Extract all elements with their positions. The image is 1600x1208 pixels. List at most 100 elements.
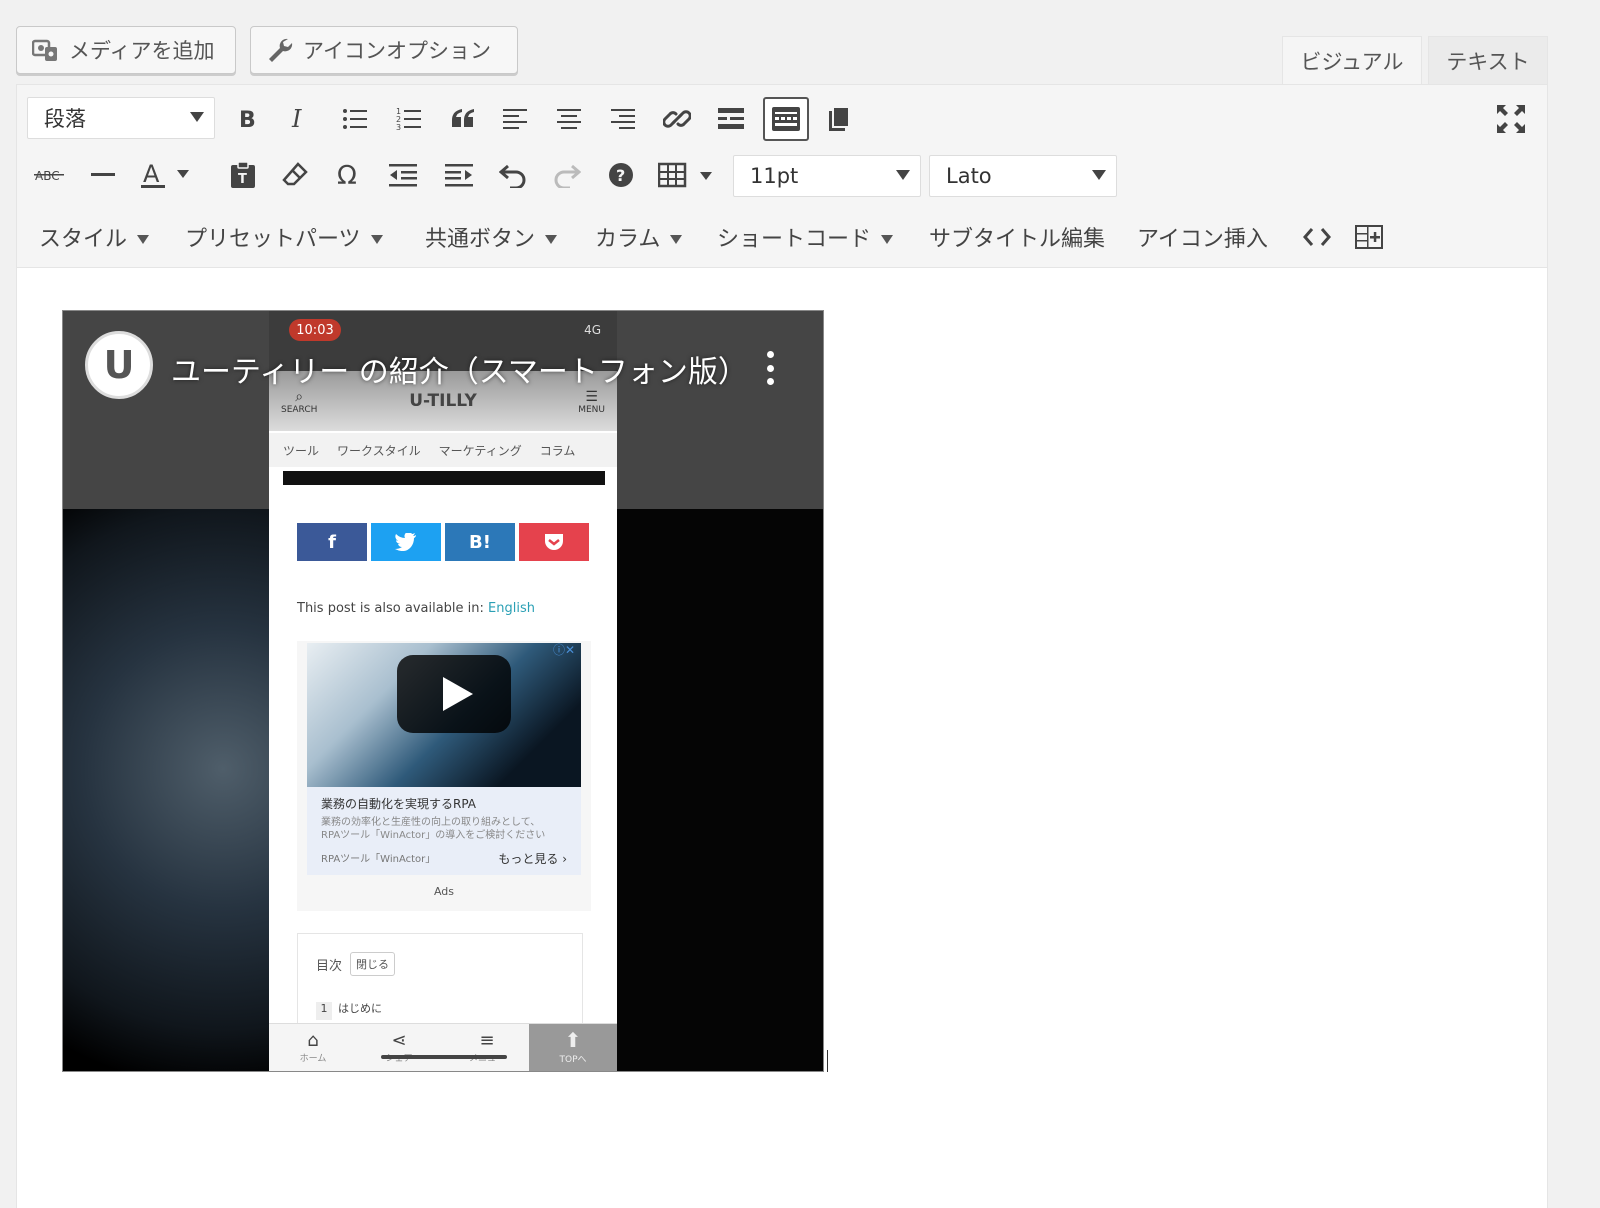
ad-image [307,643,581,787]
phone-category: ツール [283,443,320,458]
chevron-down-icon [896,170,910,180]
common-button-menu[interactable]: 共通ボタン [425,219,558,255]
help-button[interactable]: ? [601,155,641,195]
indent-icon [445,164,473,187]
align-center-button[interactable] [549,99,589,139]
ad-more: もっと見る › [498,852,567,866]
phone-category: コラム [539,443,576,458]
phone-nav-label: TOPへ [559,1055,587,1065]
video-title[interactable]: ユーティリー の紹介（スマートフォン版） [171,347,748,391]
phone-divider [283,471,605,485]
numbered-list-icon: 123 [396,107,421,132]
column-menu-label: カラム [595,227,661,252]
editor-toolbar: 段落 B I 123 ABC A T Ω ? 11pt Lato スタイル プリ… [16,84,1548,268]
home-icon: ⌂ [307,1030,319,1051]
phone-category: ワークスタイル [337,443,421,458]
font-size-select[interactable]: 11pt [733,155,921,197]
ad-title: 業務の自動化を実現するRPA [321,797,477,811]
redo-icon [554,164,581,188]
horizontal-line-icon [91,173,115,176]
numbered-list-button[interactable]: 123 [389,99,429,139]
svg-text:T: T [238,172,247,187]
italic-button[interactable]: I [279,99,319,139]
format-select[interactable]: 段落 [27,97,215,139]
icon-options-button[interactable]: アイコンオプション [250,26,518,74]
font-size-select-value: 11pt [750,164,799,188]
bold-icon: B [239,108,256,131]
align-right-button[interactable] [603,99,643,139]
preset-parts-menu[interactable]: プリセットパーツ [185,219,383,255]
insert-icon-label: アイコン挿入 [1137,227,1268,252]
wrench-icon [265,35,295,65]
toolbar-toggle-button[interactable] [763,97,809,141]
more-options-icon[interactable] [759,351,781,385]
svg-text:A: A [143,160,160,188]
align-center-icon [557,109,581,129]
tab-visual[interactable]: ビジュアル [1282,36,1422,84]
insert-icon-button[interactable]: アイコン挿入 [1137,219,1268,255]
chevron-down-icon [137,234,150,244]
embedded-video[interactable]: 10:03 4G ⌕ SEARCH U-TILLY ☰ MENU ツール ワーク… [62,310,824,1072]
link-button[interactable] [657,99,697,139]
table-button[interactable] [655,155,719,195]
copy-icon [829,106,850,131]
outdent-icon [389,164,417,187]
undo-button[interactable] [493,155,533,195]
paste-text-button[interactable]: T [223,155,263,195]
video-background [617,509,823,1071]
redo-button[interactable] [547,155,587,195]
svg-text:Ω: Ω [337,162,357,188]
available-link: English [488,601,535,616]
toc-item: 1 はじめに [316,1000,564,1020]
subtitle-edit-button[interactable]: サブタイトル編集 [929,219,1105,255]
horizontal-line-button[interactable] [83,155,123,195]
special-char-button[interactable]: Ω [329,155,369,195]
fullscreen-button[interactable] [1491,99,1531,139]
text-color-button[interactable]: A [135,155,199,195]
add-media-button[interactable]: メディアを追加 [16,26,236,74]
copy-button[interactable] [819,99,859,139]
svg-text:B: B [239,108,256,131]
ad-footer: RPAツール「WinActor」 もっと見る › [321,850,567,867]
paste-text-icon: T [231,161,255,188]
code-button[interactable] [1297,217,1337,257]
clear-format-button[interactable] [275,155,315,195]
video-background [63,509,269,1071]
shortcode-menu[interactable]: ショートコード [717,219,894,255]
toc-title-text: 目次 [316,958,343,974]
read-more-button[interactable] [711,99,751,139]
ad-description: 業務の効率化と生産性の向上の取り組みとして、 RPAツール「WinActor」の… [321,816,567,842]
clear-format-icon [282,162,308,186]
media-icon [31,35,61,65]
style-menu-label: スタイル [39,227,128,252]
align-left-button[interactable] [495,99,535,139]
facebook-share: f [297,523,367,561]
column-menu[interactable]: カラム [595,219,683,255]
indent-button[interactable] [439,155,479,195]
format-select-value: 段落 [44,107,86,131]
add-media-label: メディアを追加 [69,39,215,63]
phone-categories: ツール ワークスタイル マーケティング コラム [269,433,617,467]
ad-desc-line: RPAツール「WinActor」の導入をご検討ください [321,830,546,841]
font-family-select[interactable]: Lato [929,155,1117,197]
strikethrough-button[interactable]: ABC [29,155,69,195]
arrow-up-icon: ⬆ [564,1028,582,1052]
add-table-button[interactable] [1349,217,1389,257]
blockquote-button[interactable] [443,99,483,139]
bold-button[interactable]: B [227,99,267,139]
chevron-down-icon [545,234,558,244]
bullet-list-button[interactable] [335,99,375,139]
blockquote-icon [452,109,474,127]
hamburger-icon: ≡ [479,1030,495,1051]
phone-logo: U-TILLY [409,391,477,411]
strikethrough-icon: ABC [34,169,64,183]
phone-nav-label: ホーム [299,1054,327,1064]
svg-text:I: I [291,107,302,131]
ad-box: ⓘ✕ 業務の自動化を実現するRPA 業務の効率化と生産性の向上の取り組みとして、… [297,641,591,911]
outdent-button[interactable] [383,155,423,195]
channel-avatar[interactable]: U [85,331,153,399]
style-menu[interactable]: スタイル [39,219,150,255]
available-prefix: This post is also available in: [297,601,484,616]
tab-text[interactable]: テキスト [1428,36,1548,84]
svg-text:?: ? [616,166,625,185]
